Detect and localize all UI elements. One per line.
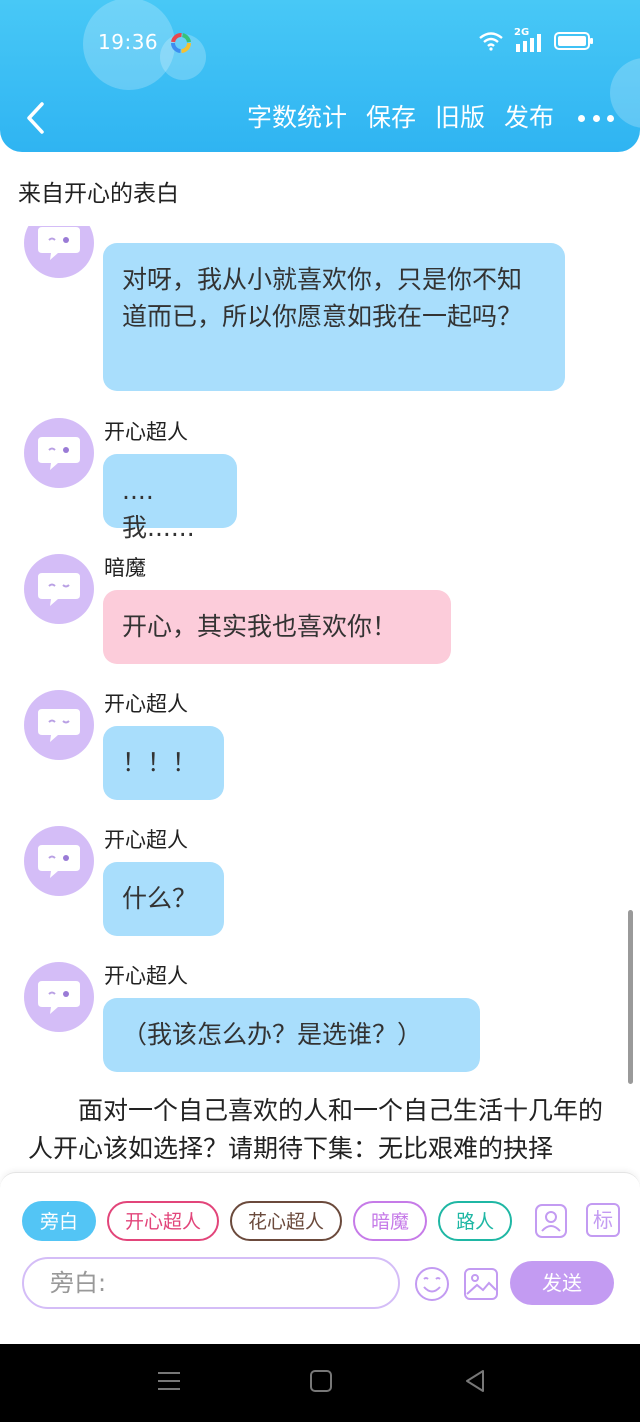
message-bubble[interactable]: 开心，其实我也喜欢你！ (103, 590, 451, 664)
chat-face-icon (38, 845, 80, 878)
message-text: ！！！ (122, 748, 198, 777)
status-time: 19:36 (98, 30, 159, 54)
battery-icon (554, 32, 593, 50)
role-chip-passerby[interactable]: 路人 (438, 1201, 513, 1241)
avatar[interactable] (24, 962, 94, 1032)
sender-name: 开心超人 (104, 692, 188, 716)
send-button[interactable]: 发送 (510, 1261, 614, 1305)
add-character-icon[interactable] (534, 1203, 568, 1239)
message-text: ....我...... (122, 476, 195, 542)
mark-icon[interactable]: 标 (586, 1203, 620, 1237)
message-input[interactable]: 旁白: (22, 1257, 400, 1309)
chat-face-icon (38, 709, 80, 742)
chat-face-icon (38, 981, 80, 1014)
app-header: 19:36 2G 字数统计 保存 旧版 发布 (0, 0, 640, 152)
status-indicators: 2G (478, 27, 594, 52)
message-bubble[interactable]: ！！！ (103, 726, 224, 800)
chat-face-icon (38, 227, 80, 260)
old-version-button[interactable]: 旧版 (435, 100, 485, 136)
message-bubble[interactable]: （我该怎么办？是选谁？） (103, 998, 480, 1072)
home-icon[interactable] (308, 1368, 334, 1394)
chat-face-icon (38, 573, 80, 606)
back-arrow-icon[interactable] (22, 100, 52, 136)
sender-name: 开心超人 (104, 420, 188, 444)
avatar[interactable] (24, 690, 94, 760)
role-chip-kaixin[interactable]: 开心超人 (107, 1201, 220, 1241)
signal-icon: 2G (514, 27, 544, 52)
chat-list[interactable]: 对呀，我从小就喜欢你，只是你不知道而已，所以你愿意如我在一起吗？ 开心超人 ..… (0, 226, 640, 1178)
system-nav-bar (0, 1344, 640, 1422)
role-chip-anmo[interactable]: 暗魔 (353, 1201, 428, 1241)
chat-face-icon (38, 437, 80, 470)
word-count-button[interactable]: 字数统计 (247, 100, 347, 136)
emoji-icon[interactable] (413, 1265, 451, 1303)
more-icon[interactable] (578, 100, 614, 136)
sender-name: 开心超人 (104, 828, 188, 852)
save-button[interactable]: 保存 (366, 100, 416, 136)
story-title: 来自开心的表白 (18, 181, 179, 207)
message-text: 对呀，我从小就喜欢你，只是你不知道而已，所以你愿意如我在一起吗？ (122, 265, 523, 331)
avatar[interactable] (24, 554, 94, 624)
composer-panel: 旁白 开心超人 花心超人 暗魔 路人 标 旁白: 发送 (0, 1172, 640, 1345)
message-text: 开心，其实我也喜欢你！ (122, 612, 398, 641)
menu-icon[interactable] (156, 1368, 182, 1394)
app-notification-icon (171, 33, 191, 53)
avatar[interactable] (24, 418, 94, 488)
scrollbar[interactable] (628, 910, 633, 1084)
avatar[interactable] (24, 826, 94, 896)
decor-bubble (610, 58, 640, 128)
sender-name: 开心超人 (104, 964, 188, 988)
role-chip-huaxin[interactable]: 花心超人 (230, 1201, 343, 1241)
message-bubble[interactable]: 对呀，我从小就喜欢你，只是你不知道而已，所以你愿意如我在一起吗？ (103, 243, 565, 391)
message-text: （我该怎么办？是选谁？） (122, 1020, 423, 1049)
mark-icon-label: 标 (593, 1208, 613, 1232)
role-selector: 旁白 开心超人 花心超人 暗魔 路人 (22, 1201, 516, 1243)
image-icon[interactable] (462, 1265, 500, 1303)
back-icon[interactable] (462, 1368, 488, 1394)
message-text: 什么？ (122, 884, 198, 913)
sender-name: 暗魔 (104, 556, 146, 580)
publish-button[interactable]: 发布 (504, 100, 554, 136)
avatar[interactable] (24, 226, 94, 278)
header-actions: 字数统计 保存 旧版 发布 (228, 100, 614, 136)
narration-text: 面对一个自己喜欢的人和一个自己生活十几年的人开心该如选择？请期待下集：无比艰难的… (28, 1096, 604, 1163)
role-chip-narrator[interactable]: 旁白 (22, 1201, 97, 1241)
wifi-icon (479, 32, 503, 51)
message-bubble[interactable]: ....我...... (103, 454, 237, 542)
message-bubble[interactable]: 什么？ (103, 862, 224, 936)
